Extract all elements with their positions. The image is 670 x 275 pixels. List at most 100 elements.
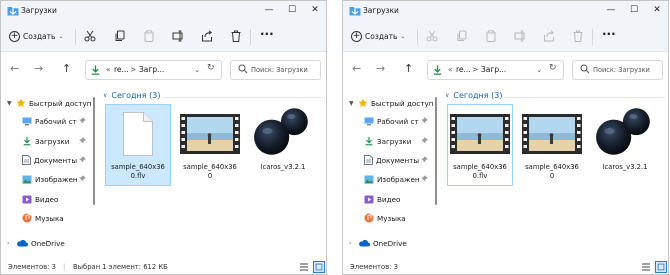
search-box[interactable]: Поиск: Загрузки	[230, 60, 321, 80]
more-options-button[interactable]: ···	[260, 27, 274, 41]
back-button[interactable]: ←	[10, 63, 19, 75]
refresh-icon[interactable]: ↻	[207, 63, 215, 73]
sidebar-item-quick-access[interactable]: ▼ Быстрый доступ	[7, 96, 93, 110]
maximize-button[interactable]: ☐	[628, 4, 640, 16]
plus-icon: +	[351, 30, 362, 42]
rename-icon[interactable]	[514, 30, 526, 42]
chevron-down-icon[interactable]: ∨	[445, 92, 449, 99]
file-item-flv[interactable]: sample_640x360.flv	[447, 104, 513, 186]
rename-icon[interactable]	[172, 30, 184, 42]
up-button[interactable]: ↑	[404, 63, 413, 75]
sidebar-item-downloads[interactable]: Загрузки	[364, 134, 435, 148]
chevron-down-icon[interactable]: ▼	[7, 100, 13, 107]
sidebar-item-pictures[interactable]: Изображен	[22, 172, 93, 186]
sidebar-item-music[interactable]: Музыка	[22, 211, 93, 225]
sidebar-item-videos[interactable]: Видео	[364, 192, 435, 206]
sidebar-item-documents[interactable]: Документы	[364, 153, 435, 167]
video-thumbnail	[522, 114, 582, 154]
search-icon	[580, 64, 590, 74]
chevron-down-icon[interactable]: ∨	[103, 92, 107, 99]
address-dropdown-chevron-icon[interactable]: ⌄	[536, 65, 542, 74]
group-header-today[interactable]: ∨ Сегодня (3)	[445, 91, 502, 100]
address-overflow[interactable]: «	[448, 65, 453, 74]
minimize-button[interactable]: —	[263, 4, 275, 16]
sidebar-item-documents[interactable]: Документы	[22, 153, 93, 167]
back-button[interactable]: ←	[352, 63, 361, 75]
explorer-window-right: Загрузки — ☐ ✕ + Создать ⌄ ··· ← → ↑ « r…	[342, 0, 669, 275]
search-box[interactable]: Поиск: Загрузки	[572, 60, 663, 80]
breadcrumb-separator: >	[130, 65, 137, 74]
forward-button[interactable]: →	[376, 63, 385, 75]
breadcrumb-current[interactable]: Загр...	[139, 65, 164, 74]
forward-button[interactable]: →	[34, 63, 43, 75]
breadcrumb-parent[interactable]: re...	[114, 65, 129, 74]
refresh-icon[interactable]: ↻	[549, 63, 557, 73]
new-button[interactable]: + Создать ⌄	[9, 28, 63, 44]
file-item-video[interactable]: sample_640x360	[177, 104, 243, 186]
minimize-button[interactable]: —	[605, 4, 617, 16]
address-overflow[interactable]: «	[106, 65, 111, 74]
file-item-icaros[interactable]: Icaros_v3.2.1	[592, 104, 658, 186]
breadcrumb-current[interactable]: Загр...	[481, 65, 506, 74]
paste-icon[interactable]	[485, 30, 497, 42]
download-icon	[22, 136, 32, 146]
file-list: ∨ Сегодня (3) sample_640x360.flv sample_…	[440, 86, 668, 259]
paste-icon[interactable]	[143, 30, 155, 42]
sidebar-item-onedrive[interactable]: › OneDrive	[7, 236, 93, 250]
status-item-count: Элементов: 3	[350, 263, 398, 271]
chevron-right-icon[interactable]: ›	[7, 240, 13, 247]
sidebar-item-pictures[interactable]: Изображен	[364, 172, 435, 186]
sidebar-item-desktop[interactable]: Рабочий ст	[364, 114, 435, 128]
details-view-icon[interactable]	[640, 261, 652, 273]
share-icon[interactable]	[201, 30, 213, 42]
new-button[interactable]: + Создать ⌄	[351, 28, 405, 44]
blank-file-icon	[120, 111, 156, 157]
sidebar-item-onedrive[interactable]: › OneDrive	[349, 236, 435, 250]
file-item-flv[interactable]: sample_640x360.flv	[105, 104, 171, 186]
sidebar-item-quick-access[interactable]: ▼ Быстрый доступ	[349, 96, 435, 110]
up-button[interactable]: ↑	[62, 63, 71, 75]
large-icons-view-icon[interactable]	[655, 261, 667, 273]
group-header-today[interactable]: ∨ Сегодня (3)	[103, 91, 160, 100]
maximize-button[interactable]: ☐	[286, 4, 298, 16]
chevron-down-icon[interactable]: ▼	[349, 100, 355, 107]
cut-icon[interactable]	[426, 30, 438, 42]
close-button[interactable]: ✕	[309, 4, 321, 16]
file-item-video[interactable]: sample_640x360	[519, 104, 585, 186]
sidebar-item-music[interactable]: Музыка	[364, 211, 435, 225]
delete-icon[interactable]	[572, 30, 584, 42]
navigation-pane: ▼ Быстрый доступ Рабочий ст Загрузки Док…	[1, 86, 93, 259]
downloads-folder-icon	[7, 5, 19, 16]
pin-icon	[79, 137, 86, 144]
file-item-icaros[interactable]: Icaros_v3.2.1	[250, 104, 316, 186]
copy-icon[interactable]	[114, 30, 126, 42]
title-bar[interactable]: Загрузки — ☐ ✕	[1, 1, 326, 21]
copy-icon[interactable]	[456, 30, 468, 42]
large-icons-view-icon[interactable]	[313, 261, 325, 273]
video-thumbnail	[180, 114, 240, 154]
documents-icon	[22, 155, 31, 165]
download-icon	[432, 64, 443, 76]
sidebar-item-downloads[interactable]: Загрузки	[22, 134, 93, 148]
file-list: ∨ Сегодня (3) sample_640x360.flv sample_…	[98, 86, 326, 259]
icaros-app-icon	[594, 106, 656, 158]
breadcrumb-parent[interactable]: re...	[456, 65, 471, 74]
sidebar-item-desktop[interactable]: Рабочий ст	[22, 114, 93, 128]
plus-icon: +	[9, 30, 20, 42]
navigation-pane-scrollbar[interactable]	[93, 97, 95, 205]
close-button[interactable]: ✕	[651, 4, 663, 16]
address-bar[interactable]: « re... > Загр... ⌄ ↻	[85, 60, 222, 80]
title-bar[interactable]: Загрузки — ☐ ✕	[343, 1, 668, 21]
details-view-icon[interactable]	[298, 261, 310, 273]
address-bar[interactable]: « re... > Загр... ⌄ ↻	[427, 60, 564, 80]
navigation-pane-scrollbar[interactable]	[435, 97, 437, 205]
pin-icon	[421, 117, 428, 124]
share-icon[interactable]	[543, 30, 555, 42]
address-dropdown-chevron-icon[interactable]: ⌄	[194, 65, 200, 74]
delete-icon[interactable]	[230, 30, 242, 42]
toolbar-separator	[417, 29, 418, 45]
sidebar-item-videos[interactable]: Видео	[22, 192, 93, 206]
more-options-button[interactable]: ···	[602, 27, 616, 41]
chevron-right-icon[interactable]: ›	[349, 240, 355, 247]
cut-icon[interactable]	[84, 30, 96, 42]
